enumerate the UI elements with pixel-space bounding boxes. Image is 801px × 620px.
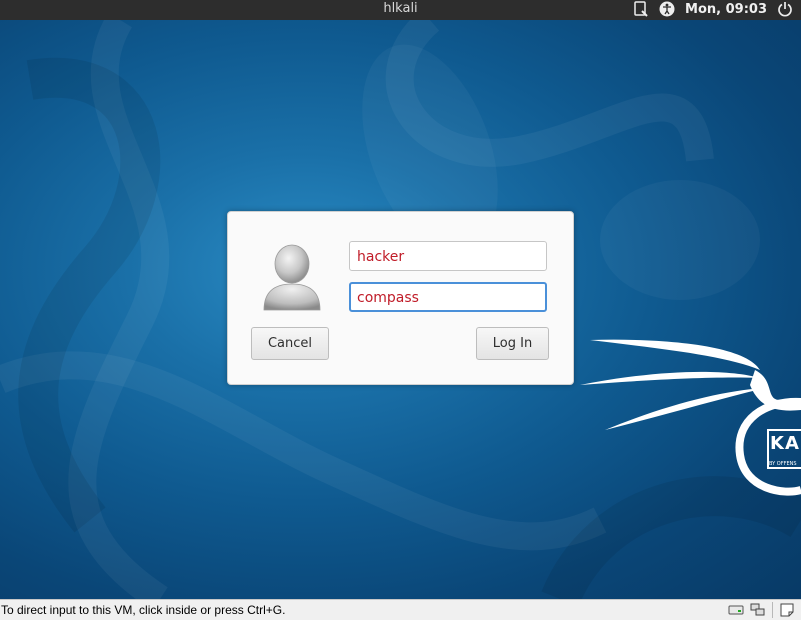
screen-reader-icon[interactable] [633,1,649,17]
power-icon[interactable] [777,1,793,17]
accessibility-icon[interactable] [659,1,675,17]
desktop-background: KA BY OFFENS hacker compass Cancel Log I… [0,0,801,599]
status-message: To direct input to this VM, click inside… [1,603,286,617]
kali-logo-text: KA [770,433,800,454]
password-field[interactable]: compass [349,282,547,312]
login-dialog: hacker compass Cancel Log In [227,211,574,385]
username-field[interactable]: hacker [349,241,547,271]
user-avatar-icon [263,244,321,311]
notes-icon[interactable] [779,603,795,617]
network-icon[interactable] [750,603,766,617]
top-panel: hlkali Mon, 09:03 [0,0,801,20]
kali-logo-subtext: BY OFFENS [769,461,797,467]
clock[interactable]: Mon, 09:03 [685,2,767,17]
log-in-button[interactable]: Log In [476,327,549,360]
cancel-button[interactable]: Cancel [251,327,329,360]
status-separator [772,602,773,618]
vm-status-bar: To direct input to this VM, click inside… [0,599,801,620]
kali-dragon-logo [580,339,801,496]
hard-disk-icon[interactable] [728,603,744,617]
